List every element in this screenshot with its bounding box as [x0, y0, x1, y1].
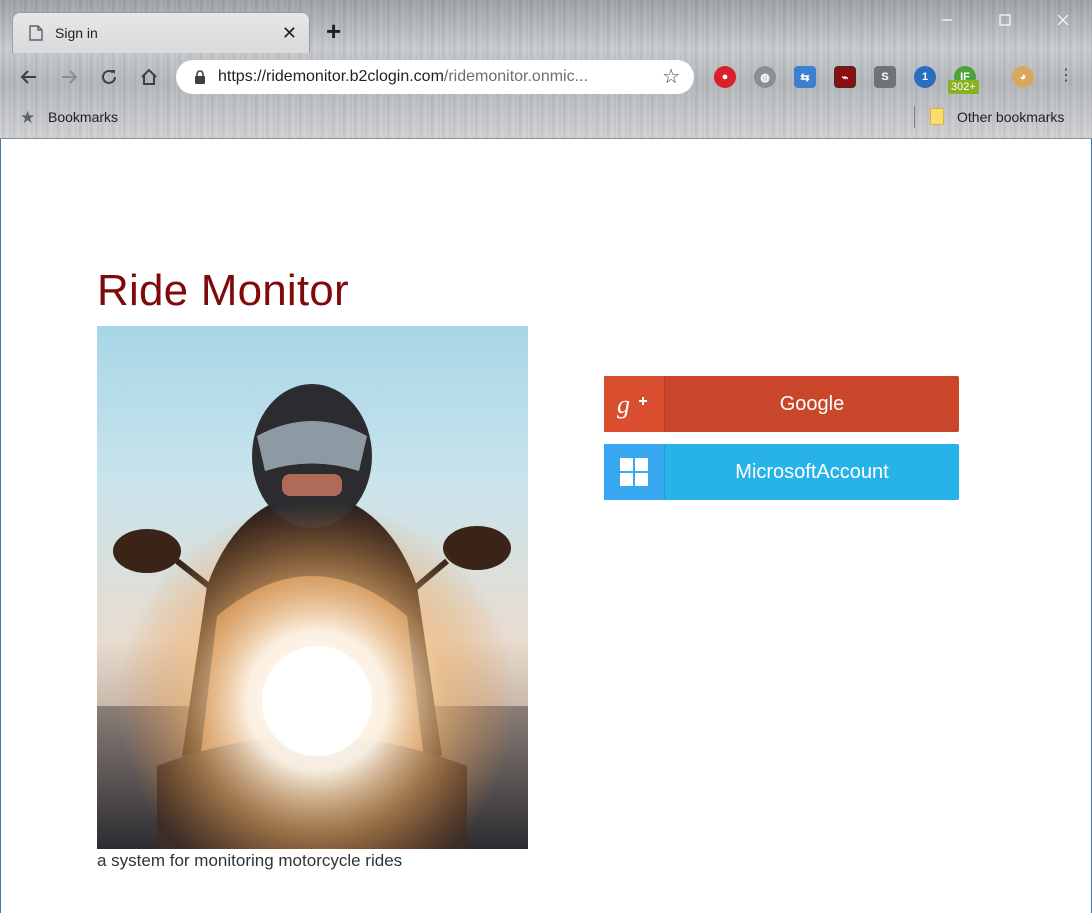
page-caption: a system for monitoring motorcycle rides	[97, 851, 403, 870]
url-path: /ridemonitor.onmic...	[443, 68, 588, 85]
google-button-label: Google	[779, 392, 845, 415]
folder-icon	[930, 108, 944, 125]
tab-close-icon[interactable]: ✕	[282, 24, 297, 42]
new-tab-icon[interactable]: +	[326, 18, 341, 44]
url-text: https://ridemonitor.b2clogin.com/ridemon…	[218, 68, 662, 86]
address-bar[interactable]: https://ridemonitor.b2clogin.com/ridemon…	[176, 60, 694, 94]
script-extension-icon[interactable]: S	[874, 66, 896, 88]
svg-text:g: g	[617, 390, 630, 419]
adblock-extension-icon[interactable]: ●	[714, 66, 736, 88]
motorcyclist-illustration	[97, 384, 528, 849]
microsoft-button-label: MicrosoftAccount	[735, 460, 889, 483]
windows-logo-icon	[604, 444, 665, 500]
profile-avatar-icon[interactable]: ◕	[1012, 66, 1034, 88]
tab-title: Sign in	[55, 25, 98, 41]
bookmarks-star-icon: ★	[20, 108, 36, 127]
reload-icon[interactable]	[96, 64, 122, 90]
menu-kebab-icon[interactable]: ⋮	[1058, 68, 1074, 84]
page-icon	[29, 25, 43, 41]
other-bookmarks-button[interactable]: Other bookmarks	[957, 109, 1064, 125]
lock-icon	[195, 70, 205, 84]
url-host: https://ridemonitor.b2clogin.com	[218, 68, 444, 85]
browser-chrome: Sign in ✕ + https://ridemonitor.b2clogin…	[0, 0, 1092, 139]
browser-toolbar: https://ridemonitor.b2clogin.com/ridemon…	[0, 56, 1092, 98]
globe-extension-icon[interactable]: ◍	[754, 66, 776, 88]
bookmark-star-icon[interactable]: ☆	[662, 67, 680, 87]
bookmarks-separator	[914, 106, 915, 128]
back-icon[interactable]	[16, 64, 42, 90]
bookmarks-bar: ★ Bookmarks Other bookmarks	[0, 100, 1092, 134]
home-icon[interactable]	[136, 64, 162, 90]
close-window-icon[interactable]	[1034, 0, 1092, 40]
hero-image-motorcyclist	[97, 326, 528, 849]
maximize-icon[interactable]	[976, 0, 1034, 40]
bookmarks-button[interactable]: Bookmarks	[48, 109, 118, 125]
page-title: Ride Monitor	[97, 266, 349, 315]
microsoft-account-sign-in-button[interactable]: MicrosoftAccount	[604, 444, 959, 500]
pdf-extension-icon[interactable]: ⌁	[834, 66, 856, 88]
extension-badge: 302+	[948, 80, 979, 94]
google-plus-icon: g	[604, 376, 665, 432]
tab-sign-in[interactable]: Sign in ✕	[12, 12, 310, 53]
password-extension-icon[interactable]: 1	[914, 66, 936, 88]
minimize-icon[interactable]	[918, 0, 976, 40]
window-controls	[918, 0, 1092, 40]
translate-extension-icon[interactable]: ⇆	[794, 66, 816, 88]
google-sign-in-button[interactable]: g Google	[604, 376, 959, 432]
forward-icon[interactable]	[56, 64, 82, 90]
sign-in-page: Ride Monitor a system for monitoring mot…	[0, 139, 1092, 913]
